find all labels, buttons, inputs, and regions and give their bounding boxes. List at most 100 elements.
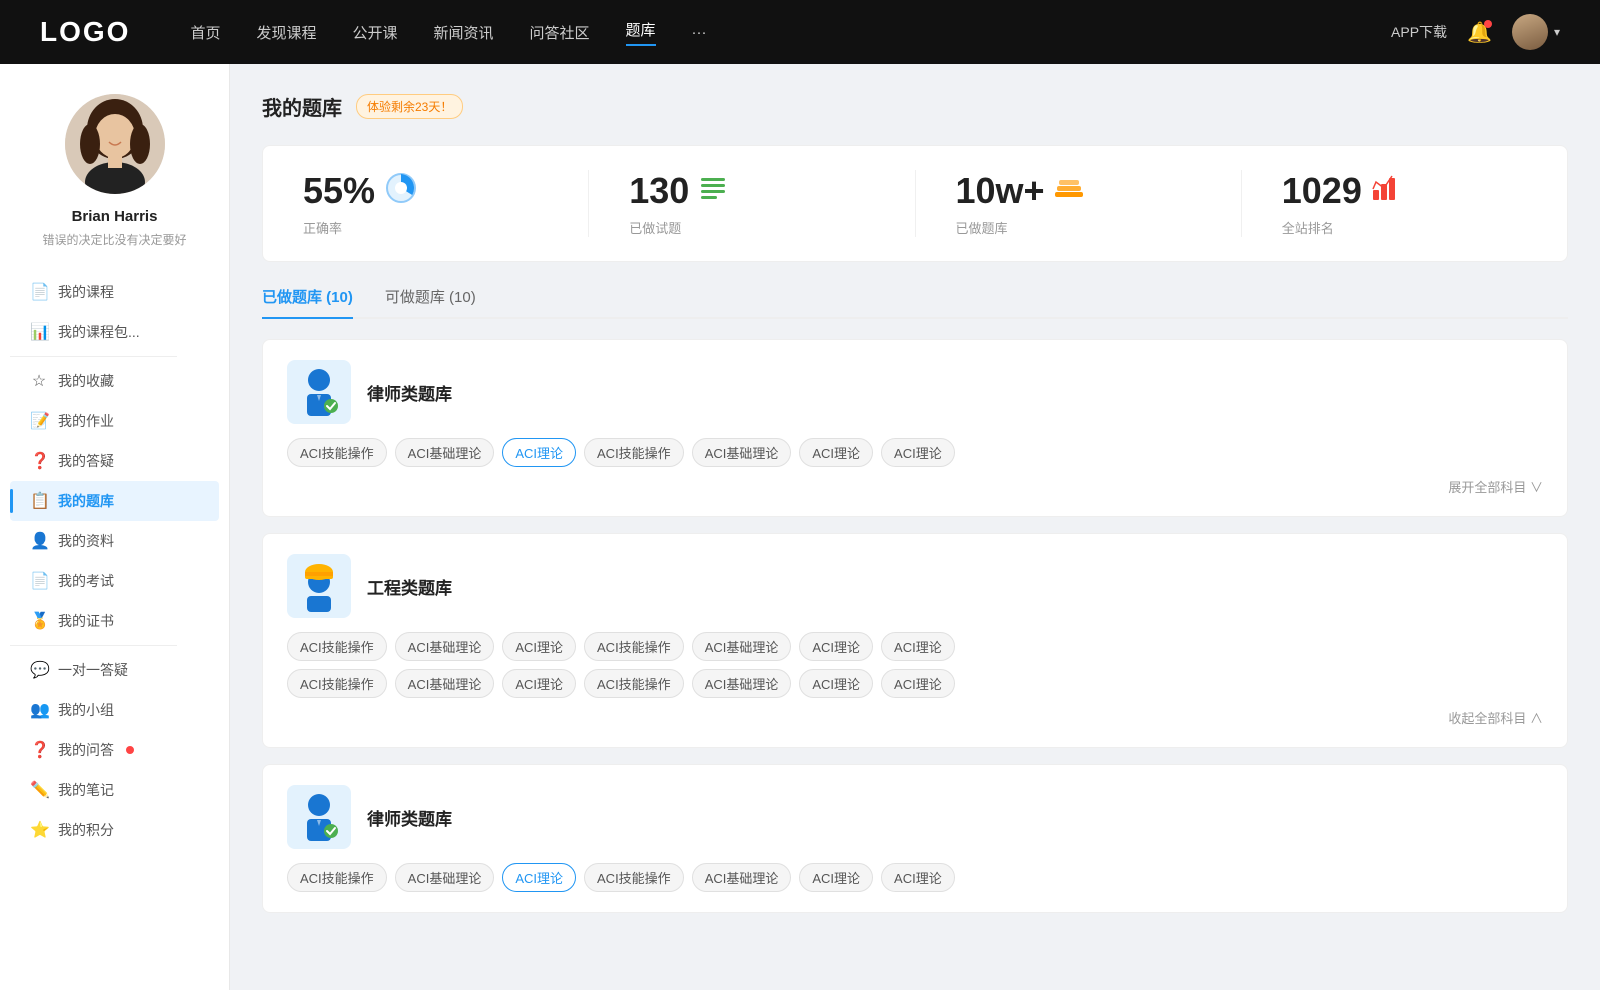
nav-home[interactable]: 首页 xyxy=(190,22,220,43)
unread-badge xyxy=(126,746,134,754)
notes-icon: ✏️ xyxy=(30,780,48,800)
main-content: 我的题库 体验剩余23天！ 55% 正确率 xyxy=(230,64,1600,990)
sidebar-item-1on1[interactable]: 💬 一对一答疑 xyxy=(10,650,219,690)
sidebar-item-label: 我的收藏 xyxy=(58,371,114,391)
stat-questions-done: 130 已做试题 xyxy=(589,170,915,237)
stat-value-correct: 55% xyxy=(303,170,375,212)
nav-more[interactable]: ··· xyxy=(692,24,707,41)
tag-1-3[interactable]: ACI技能操作 xyxy=(584,438,684,467)
tag-2-9[interactable]: ACI理论 xyxy=(502,669,576,698)
tag-2-2[interactable]: ACI理论 xyxy=(502,632,576,661)
sidebar-item-label: 一对一答疑 xyxy=(58,660,128,680)
bar-chart-icon xyxy=(1372,174,1400,209)
tag-3-2[interactable]: ACI理论 xyxy=(502,863,576,892)
nav-qa[interactable]: 问答社区 xyxy=(530,22,590,43)
nav-discover[interactable]: 发现课程 xyxy=(256,22,316,43)
tag-3-6[interactable]: ACI理论 xyxy=(881,863,955,892)
stat-banks-done: 10w+ 已做题库 xyxy=(916,170,1242,237)
notification-bell-icon[interactable]: 🔔 xyxy=(1467,20,1492,45)
tag-2-10[interactable]: ACI技能操作 xyxy=(584,669,684,698)
sidebar-item-favorites[interactable]: ☆ 我的收藏 xyxy=(10,361,219,401)
sidebar-item-profile[interactable]: 👤 我的资料 xyxy=(10,521,219,561)
sidebar-item-points[interactable]: ⭐ 我的积分 xyxy=(10,810,219,850)
stats-row: 55% 正确率 130 xyxy=(262,145,1568,262)
tag-1-6[interactable]: ACI理论 xyxy=(881,438,955,467)
qbank-tags-2-row1: ACI技能操作 ACI基础理论 ACI理论 ACI技能操作 ACI基础理论 AC… xyxy=(287,632,1543,661)
tag-1-4[interactable]: ACI基础理论 xyxy=(692,438,792,467)
trial-badge: 体验剩余23天！ xyxy=(356,94,463,119)
package-icon: 📊 xyxy=(30,322,48,342)
tag-3-3[interactable]: ACI技能操作 xyxy=(584,863,684,892)
tag-1-1[interactable]: ACI基础理论 xyxy=(395,438,495,467)
tag-3-0[interactable]: ACI技能操作 xyxy=(287,863,387,892)
exam-icon: 📄 xyxy=(30,571,48,591)
tab-done[interactable]: 已做题库 (10) xyxy=(262,286,353,319)
qbank-tags-3: ACI技能操作 ACI基础理论 ACI理论 ACI技能操作 ACI基础理论 AC… xyxy=(287,863,1543,892)
sidebar-item-myqa[interactable]: ❓ 我的问答 xyxy=(10,730,219,770)
sidebar-item-label: 我的作业 xyxy=(58,411,114,431)
sidebar-item-label: 我的题库 xyxy=(58,491,114,511)
list-icon xyxy=(699,174,727,209)
sidebar-divider-1 xyxy=(10,356,177,357)
tag-2-11[interactable]: ACI基础理论 xyxy=(692,669,792,698)
tag-1-2[interactable]: ACI理论 xyxy=(502,438,576,467)
group-icon: 👥 xyxy=(30,700,48,720)
stat-label-questions: 已做试题 xyxy=(629,218,681,237)
tag-2-6[interactable]: ACI理论 xyxy=(881,632,955,661)
collapse-link-2[interactable]: 收起全部科目 ∧ xyxy=(287,708,1543,727)
page-wrap: Brian Harris 错误的决定比没有决定要好 📄 我的课程 📊 我的课程包… xyxy=(0,64,1600,990)
tag-2-8[interactable]: ACI基础理论 xyxy=(395,669,495,698)
tag-2-13[interactable]: ACI理论 xyxy=(881,669,955,698)
myqa-icon: ❓ xyxy=(30,740,48,760)
stat-label-banks: 已做题库 xyxy=(956,218,1008,237)
tag-2-7[interactable]: ACI技能操作 xyxy=(287,669,387,698)
sidebar: Brian Harris 错误的决定比没有决定要好 📄 我的课程 📊 我的课程包… xyxy=(0,64,230,990)
sidebar-item-label: 我的资料 xyxy=(58,531,114,551)
tag-1-5[interactable]: ACI理论 xyxy=(799,438,873,467)
stack-icon xyxy=(1055,174,1083,209)
sidebar-item-qa-mine[interactable]: ❓ 我的答疑 xyxy=(10,441,219,481)
avatar xyxy=(1512,14,1548,50)
points-icon: ⭐ xyxy=(30,820,48,840)
tag-2-5[interactable]: ACI理论 xyxy=(799,632,873,661)
stat-value-questions: 130 xyxy=(629,170,689,212)
navbar-right: APP下载 🔔 ▾ xyxy=(1391,14,1560,50)
nav-qbank[interactable]: 题库 xyxy=(626,19,656,46)
sidebar-item-qbank[interactable]: 📋 我的题库 xyxy=(10,481,219,521)
app-download-button[interactable]: APP下载 xyxy=(1391,22,1447,42)
profile-icon: 👤 xyxy=(30,531,48,551)
sidebar-item-homework[interactable]: 📝 我的作业 xyxy=(10,401,219,441)
sidebar-item-exam[interactable]: 📄 我的考试 xyxy=(10,561,219,601)
nav-opencourse[interactable]: 公开课 xyxy=(352,22,397,43)
stat-site-rank: 1029 全站排名 xyxy=(1242,170,1567,237)
sidebar-motto: 错误的决定比没有决定要好 xyxy=(42,231,186,248)
tag-2-12[interactable]: ACI理论 xyxy=(799,669,873,698)
tag-3-4[interactable]: ACI基础理论 xyxy=(692,863,792,892)
sidebar-item-notes[interactable]: ✏️ 我的笔记 xyxy=(10,770,219,810)
homework-icon: 📝 xyxy=(30,411,48,431)
tag-1-0[interactable]: ACI技能操作 xyxy=(287,438,387,467)
tag-2-3[interactable]: ACI技能操作 xyxy=(584,632,684,661)
tag-3-5[interactable]: ACI理论 xyxy=(799,863,873,892)
logo: LOGO xyxy=(40,16,130,48)
tab-available[interactable]: 可做题库 (10) xyxy=(385,286,476,319)
qbank-icon-3 xyxy=(287,785,351,849)
qa-icon: ❓ xyxy=(30,451,48,471)
tag-2-0[interactable]: ACI技能操作 xyxy=(287,632,387,661)
sidebar-item-mypackage[interactable]: 📊 我的课程包... xyxy=(10,312,219,352)
sidebar-item-cert[interactable]: 🏅 我的证书 xyxy=(10,601,219,641)
sidebar-item-label: 我的答疑 xyxy=(58,451,114,471)
tag-2-1[interactable]: ACI基础理论 xyxy=(395,632,495,661)
expand-link-1[interactable]: 展开全部科目 ∨ xyxy=(287,477,1543,496)
sidebar-item-group[interactable]: 👥 我的小组 xyxy=(10,690,219,730)
qbank-title-3: 律师类题库 xyxy=(367,805,452,830)
page-header: 我的题库 体验剩余23天！ xyxy=(262,92,1568,121)
sidebar-item-label: 我的考试 xyxy=(58,571,114,591)
qbank-tags-2-row2: ACI技能操作 ACI基础理论 ACI理论 ACI技能操作 ACI基础理论 AC… xyxy=(287,669,1543,698)
nav-news[interactable]: 新闻资讯 xyxy=(434,22,494,43)
user-avatar-wrap[interactable]: ▾ xyxy=(1512,14,1560,50)
tag-2-4[interactable]: ACI基础理论 xyxy=(692,632,792,661)
chat-icon: 💬 xyxy=(30,660,48,680)
tag-3-1[interactable]: ACI基础理论 xyxy=(395,863,495,892)
sidebar-item-mycourse[interactable]: 📄 我的课程 xyxy=(10,272,219,312)
